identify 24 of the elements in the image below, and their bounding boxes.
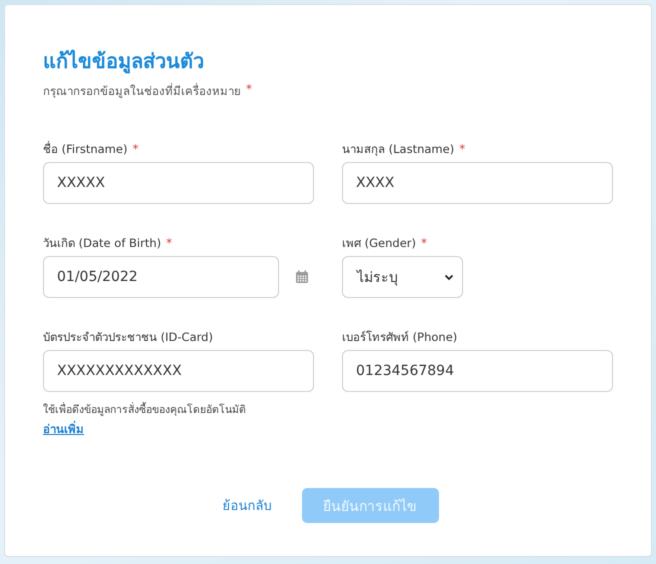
input-field[interactable]: 01234567894 xyxy=(342,350,613,392)
input-field[interactable]: XXXXX xyxy=(43,162,314,204)
chevron-icon xyxy=(444,272,454,282)
required-mark: * xyxy=(132,142,138,156)
field-label: บัตรประจำตัวประชาชน (ID-Card) xyxy=(43,329,213,346)
required-mark: * xyxy=(459,142,466,156)
field-label: นามสกุล (Lastname) xyxy=(342,141,454,158)
date-field[interactable]: 01/05/2022 xyxy=(43,256,279,298)
back-button[interactable]: ย้อนกลับ xyxy=(216,491,278,520)
read-more-link[interactable]: อ่านเพิ่ม xyxy=(43,420,84,438)
gender-dropdown[interactable]: ไม่ระบุ xyxy=(342,256,463,298)
field-label: วันเกิด (Date of Birth) xyxy=(43,235,162,252)
required-mark: * xyxy=(421,236,428,250)
required-mark: * xyxy=(246,82,252,98)
input-field[interactable]: XXXX xyxy=(342,162,613,204)
required-mark: * xyxy=(166,236,172,250)
field-label: ชื่อ (Firstname) xyxy=(43,140,128,158)
input-field[interactable]: XXXXXXXXXXXXX xyxy=(43,350,314,392)
form-instruction: กรุณากรอกข้อมูลในช่องที่มีเครื่องหมาย xyxy=(43,82,241,100)
field-label: เพศ (Gender) xyxy=(342,235,416,252)
help-text: ใช้เพื่อดึงข้อมูลการสั่งซื้อของคุณโดยอัตโนมัติ xyxy=(43,401,247,418)
form-title: แก้ไขข้อมูลส่วนตัว xyxy=(43,48,205,75)
field-label: เบอร์โทรศัพท์ (Phone) xyxy=(342,329,458,346)
calendar-icon[interactable] xyxy=(295,270,309,284)
